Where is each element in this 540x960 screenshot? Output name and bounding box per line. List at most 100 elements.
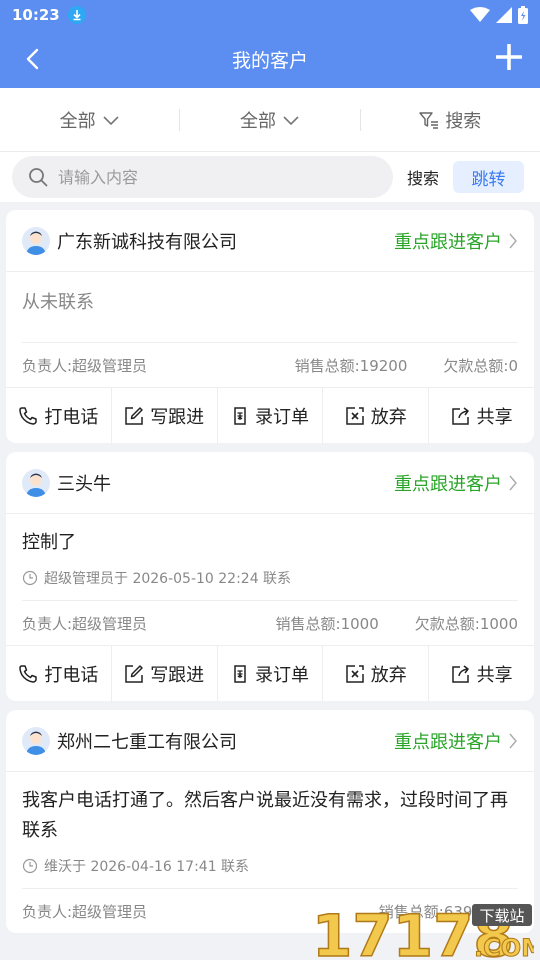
customer-tag[interactable]: 重点跟进客户 <box>394 728 518 754</box>
last-contact: 维沃于 2026-04-16 17:41 联系 <box>22 856 518 888</box>
debt-total: 欠款总额:0 <box>443 356 518 375</box>
wifi-icon <box>470 7 490 22</box>
action-label: 录订单 <box>254 406 309 428</box>
watermark-suffix: .COM <box>474 934 534 960</box>
filter-bar: 全部 全部 搜索 <box>0 88 540 152</box>
call-button[interactable]: 打电话 <box>6 646 111 702</box>
share-icon <box>451 406 469 425</box>
customer-card[interactable]: 三头牛 重点跟进客户 控制了 超级管理员于 2026-05-10 22:24 联… <box>6 452 534 701</box>
action-label: 录订单 <box>254 664 309 686</box>
sales-total: 销售总额:1000 <box>275 614 379 633</box>
battery-icon <box>518 6 528 24</box>
signal-icon <box>496 7 512 23</box>
action-label: 共享 <box>476 664 513 686</box>
write-follow-up-button[interactable]: 写跟进 <box>110 645 217 701</box>
chevron-down-icon <box>283 115 299 125</box>
plus-icon <box>496 44 522 70</box>
abandon-icon <box>346 406 364 425</box>
customer-card-body: 从未联系 负责人:超级管理员 销售总额:19200 欠款总额:0 <box>22 272 518 387</box>
owner-text: 负责人:超级管理员 <box>22 356 148 375</box>
customer-tag[interactable]: 重点跟进客户 <box>394 470 518 496</box>
follow-up-note: 从未联系 <box>22 292 94 313</box>
action-label: 共享 <box>476 406 513 428</box>
customer-card-body: 控制了 超级管理员于 2026-05-10 22:24 联系 负责人:超级管理员… <box>22 514 518 645</box>
share-icon <box>451 664 469 683</box>
customer-meta: 负责人:超级管理员 销售总额:19200 欠款总额:0 <box>22 343 518 387</box>
search-row: 搜索 跳转 <box>0 152 540 202</box>
customer-list: 广东新诚科技有限公司 重点跟进客户 从未联系 负责人:超级管理员 销售总额:19… <box>0 202 540 933</box>
abandon-icon <box>346 664 364 683</box>
chevron-right-icon <box>509 233 517 248</box>
customer-card-header[interactable]: 三头牛 重点跟进客户 <box>6 452 534 514</box>
title-bar: 我的客户 <box>0 30 540 88</box>
edit-icon <box>125 406 143 425</box>
avatar-icon <box>22 226 50 255</box>
share-button[interactable]: 共享 <box>428 645 534 701</box>
write-follow-up-button[interactable]: 写跟进 <box>110 387 217 443</box>
avatar-icon <box>22 726 50 755</box>
sales-total: 销售总额:19200 <box>294 356 408 375</box>
record-order-button[interactable]: 录订单 <box>216 387 323 443</box>
filter-label: 全部 <box>59 110 96 132</box>
action-label: 打电话 <box>44 664 99 686</box>
call-button[interactable]: 打电话 <box>6 388 111 444</box>
clock-icon <box>22 858 38 874</box>
action-bar: 打电话 写跟进 录订单 放弃 共享 <box>6 387 534 443</box>
action-label: 放弃 <box>370 406 407 428</box>
search-box <box>12 156 393 198</box>
action-label: 放弃 <box>370 664 407 686</box>
filter-dropdown-2[interactable]: 全部 <box>179 108 359 132</box>
app-header: 10:23 我的客户 <box>0 0 540 88</box>
search-input[interactable] <box>58 167 358 187</box>
chevron-down-icon <box>103 115 119 125</box>
customer-tag-label: 重点跟进客户 <box>394 731 502 753</box>
abandon-button[interactable]: 放弃 <box>322 387 428 443</box>
page-title: 我的客户 <box>231 49 308 72</box>
record-order-button[interactable]: 录订单 <box>216 645 323 701</box>
action-label: 写跟进 <box>150 406 205 428</box>
filter-dropdown-1[interactable]: 全部 <box>0 109 179 132</box>
phone-icon <box>19 664 38 683</box>
jump-button[interactable]: 跳转 <box>453 161 525 193</box>
chevron-right-icon <box>509 475 517 490</box>
clock-icon <box>22 570 38 586</box>
customer-tag-label: 重点跟进客户 <box>394 231 502 253</box>
customer-tag[interactable]: 重点跟进客户 <box>394 228 518 254</box>
customer-card-header[interactable]: 郑州二七重工有限公司 重点跟进客户 <box>6 710 534 772</box>
search-button[interactable]: 搜索 <box>407 165 439 189</box>
follow-up-note: 控制了 <box>22 532 76 553</box>
back-button[interactable] <box>18 44 46 74</box>
filter-label: 全部 <box>239 110 276 132</box>
last-contact: 超级管理员于 2026-05-10 22:24 联系 <box>22 568 518 600</box>
status-time: 10:23 <box>12 6 60 24</box>
filter-icon <box>419 111 439 129</box>
customer-card[interactable]: 广东新诚科技有限公司 重点跟进客户 从未联系 负责人:超级管理员 销售总额:19… <box>6 210 534 443</box>
phone-icon <box>19 406 38 425</box>
download-icon <box>67 6 86 24</box>
customer-tag-label: 重点跟进客户 <box>394 473 502 495</box>
abandon-button[interactable]: 放弃 <box>322 645 428 701</box>
customer-name: 广东新诚科技有限公司 <box>57 231 237 253</box>
action-label: 打电话 <box>44 406 99 428</box>
filter-search-button[interactable]: 搜索 <box>359 108 540 132</box>
search-icon <box>29 168 48 187</box>
site-watermark: 17178 下载站 .COM <box>312 901 534 960</box>
action-label: 写跟进 <box>150 664 205 686</box>
action-bar: 打电话 写跟进 录订单 放弃 共享 <box>6 645 534 701</box>
debt-total: 欠款总额:1000 <box>414 614 518 633</box>
status-bar: 10:23 <box>0 0 540 30</box>
order-icon <box>234 406 246 425</box>
add-customer-button[interactable] <box>494 40 524 74</box>
avatar-icon <box>22 468 50 497</box>
share-button[interactable]: 共享 <box>428 387 534 443</box>
customer-meta: 负责人:超级管理员 销售总额:1000 欠款总额:1000 <box>22 601 518 645</box>
order-icon <box>234 664 246 683</box>
chevron-right-icon <box>509 733 517 748</box>
last-contact-text: 维沃于 2026-04-16 17:41 联系 <box>44 859 250 875</box>
follow-up-note: 我客户电话打通了。然后客户说最近没有需求，过段时间了再联系 <box>22 790 508 841</box>
customer-name: 三头牛 <box>57 473 111 495</box>
owner-text: 负责人:超级管理员 <box>22 614 148 633</box>
back-arrow-icon <box>26 48 39 70</box>
customer-card-header[interactable]: 广东新诚科技有限公司 重点跟进客户 <box>6 210 534 272</box>
customer-name: 郑州二七重工有限公司 <box>57 731 237 753</box>
